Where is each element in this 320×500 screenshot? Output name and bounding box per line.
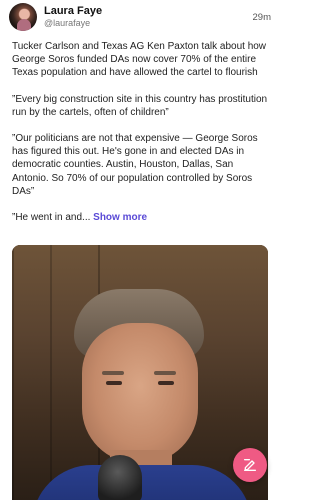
compose-button[interactable] xyxy=(233,448,267,482)
video-figure-brow xyxy=(102,371,124,375)
edit-icon xyxy=(244,459,256,471)
author-handle[interactable]: @laurafaye xyxy=(44,18,90,28)
video-figure-brow xyxy=(154,371,176,375)
truncated-text: ”He went in and... xyxy=(12,212,91,224)
video-figure-eye xyxy=(158,381,174,385)
post-video-thumbnail[interactable] xyxy=(12,245,268,500)
microphone xyxy=(98,455,142,500)
show-more-link[interactable]: Show more xyxy=(93,212,147,223)
author-name[interactable]: Laura Faye xyxy=(44,5,102,17)
post-header: Laura Faye @laurafaye 29m xyxy=(9,3,271,33)
post-body: Tucker Carlson and Texas AG Ken Paxton t… xyxy=(12,40,270,224)
post-card: Laura Faye @laurafaye 29m Tucker Carlson… xyxy=(0,0,279,500)
video-figure-face xyxy=(82,323,198,463)
post-paragraph-truncated: ”He went in and... Show more xyxy=(12,211,270,224)
avatar[interactable] xyxy=(9,3,37,31)
video-figure-eye xyxy=(106,381,122,385)
post-paragraph: ”Every big construction site in this cou… xyxy=(12,93,268,118)
post-timestamp: 29m xyxy=(252,12,271,23)
post-paragraph: Tucker Carlson and Texas AG Ken Paxton t… xyxy=(12,41,267,79)
post-paragraph: ”Our politicians are not that expensive … xyxy=(12,133,258,197)
